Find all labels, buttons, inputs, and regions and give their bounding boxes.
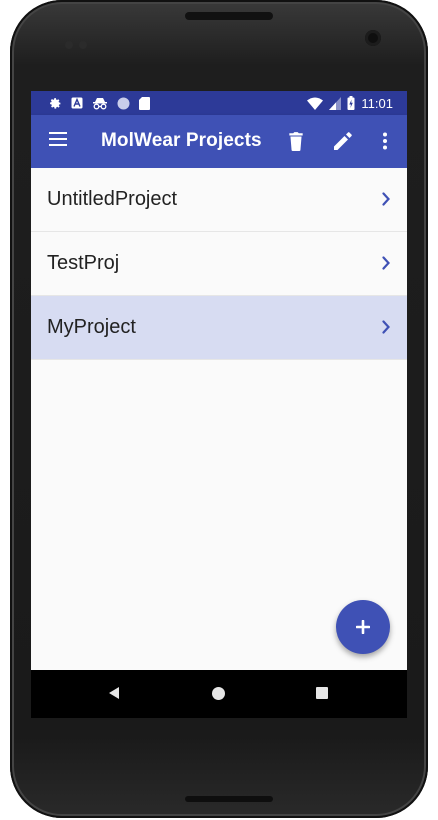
project-row[interactable]: UntitledProject xyxy=(31,168,407,232)
sd-card-icon xyxy=(139,96,150,110)
recents-icon[interactable] xyxy=(316,687,328,699)
project-row[interactable]: TestProj xyxy=(31,232,407,296)
back-icon[interactable] xyxy=(108,686,120,700)
project-row-selected[interactable]: MyProject xyxy=(31,296,407,360)
a-icon xyxy=(71,97,83,109)
sensor-dots xyxy=(65,36,93,49)
circle-icon xyxy=(117,97,130,109)
bottom-speaker xyxy=(185,796,273,802)
edit-button[interactable] xyxy=(330,128,356,154)
app-bar: MolWear Projects xyxy=(31,115,407,168)
chevron-right-icon xyxy=(382,192,390,206)
incognito-icon xyxy=(93,97,107,109)
edit-icon xyxy=(334,132,352,150)
navigation-bar xyxy=(31,670,407,718)
add-icon xyxy=(356,620,370,634)
settings-icon xyxy=(50,97,61,109)
hamburger-menu-icon[interactable] xyxy=(49,132,69,148)
signal-icon xyxy=(329,96,342,110)
clock: 11:01 xyxy=(361,95,393,111)
wifi-icon xyxy=(307,97,324,110)
add-project-fab[interactable] xyxy=(336,600,390,654)
app-title: MolWear Projects xyxy=(101,130,262,151)
project-list: UntitledProject TestProj MyProject xyxy=(31,168,407,360)
more-vert-icon xyxy=(383,132,387,150)
front-camera xyxy=(365,30,381,46)
battery-icon xyxy=(347,96,355,110)
project-name: TestProj xyxy=(47,252,120,274)
earpiece-speaker xyxy=(185,12,273,20)
screen: 11:01 MolWear Projects UntitledProject T… xyxy=(31,91,407,718)
status-bar: 11:01 xyxy=(31,91,407,115)
home-icon[interactable] xyxy=(212,687,225,700)
delete-icon xyxy=(289,132,303,151)
project-name: UntitledProject xyxy=(47,188,178,210)
more-options-button[interactable] xyxy=(372,128,398,154)
project-name: MyProject xyxy=(47,316,136,338)
chevron-right-icon xyxy=(382,256,390,270)
chevron-right-icon xyxy=(382,320,390,334)
delete-button[interactable] xyxy=(283,128,309,154)
